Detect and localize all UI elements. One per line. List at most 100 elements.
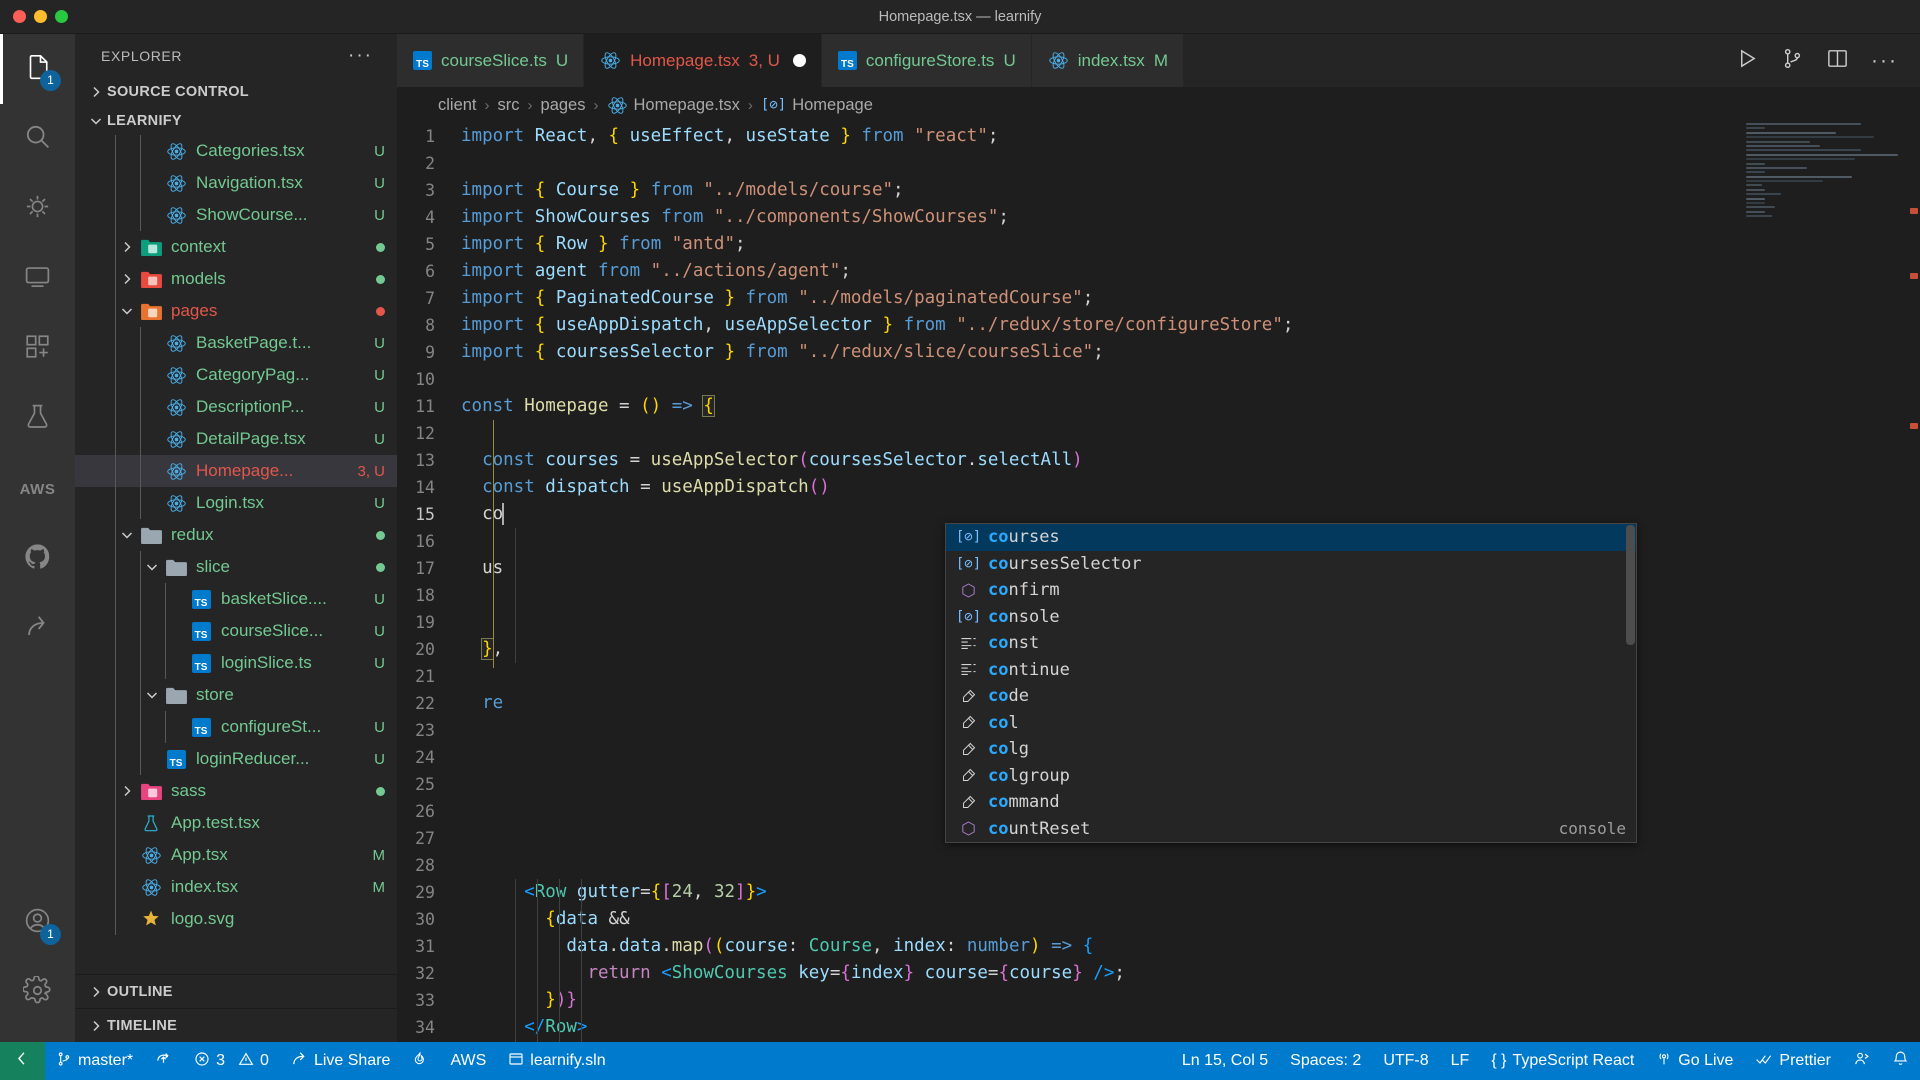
suggestion-item[interactable]: confirm	[946, 577, 1636, 604]
sidebar-panel-outline[interactable]: OUTLINE	[75, 974, 397, 1008]
status-problems[interactable]: 3 0	[183, 1042, 280, 1080]
activity-live-share[interactable]	[0, 594, 75, 664]
activity-remote[interactable]	[0, 244, 75, 314]
code-line[interactable]: 35 </div>	[397, 1041, 1920, 1042]
code-line[interactable]: 14 const dispatch = useAppDispatch()	[397, 474, 1920, 501]
breadcrumb-item[interactable]: client	[438, 96, 477, 115]
tree-folder[interactable]: store	[75, 679, 397, 711]
code-line[interactable]: 8 import { useAppDispatch, useAppSelector…	[397, 312, 1920, 339]
editor-tab[interactable]: Homepage.tsx 3, U	[584, 34, 822, 87]
chevron-down-icon[interactable]	[141, 687, 163, 703]
editor-tab[interactable]: TS configureStore.ts U	[821, 34, 1032, 87]
tree-file[interactable]: index.tsx M	[75, 871, 397, 903]
branch-icon[interactable]	[1781, 47, 1804, 75]
editor-tab-dirty-indicator[interactable]	[792, 54, 806, 67]
code-line[interactable]: 4 import ShowCourses from "../components/…	[397, 204, 1920, 231]
code-line[interactable]: 7 import { PaginatedCourse } from "../mod…	[397, 285, 1920, 312]
chevron-down-icon[interactable]	[116, 527, 138, 543]
status-feedback[interactable]	[401, 1042, 439, 1080]
tree-file[interactable]: Homepage... 3, U	[75, 455, 397, 487]
tree-file[interactable]: DescriptionP... U	[75, 391, 397, 423]
status-indentation[interactable]: Spaces: 2	[1279, 1042, 1372, 1080]
activity-accounts[interactable]: 1	[0, 888, 75, 958]
tree-file[interactable]: App.test.tsx	[75, 807, 397, 839]
activity-extensions[interactable]	[0, 314, 75, 384]
status-branch[interactable]: master*	[45, 1042, 144, 1080]
status-encoding[interactable]: UTF-8	[1372, 1042, 1439, 1080]
code-editor[interactable]: 1 import React, { useEffect, useState } f…	[397, 123, 1920, 1042]
activity-manage[interactable]	[0, 958, 75, 1028]
activity-aws[interactable]: AWS	[0, 454, 75, 524]
status-notifications[interactable]	[1881, 1042, 1920, 1080]
suggestion-scrollbar[interactable]	[1626, 525, 1635, 645]
code-line[interactable]: 6 import agent from "../actions/agent";	[397, 258, 1920, 285]
activity-run-debug[interactable]	[0, 174, 75, 244]
tree-file[interactable]: App.tsx M	[75, 839, 397, 871]
tree-folder[interactable]: sass	[75, 775, 397, 807]
tree-folder[interactable]: slice	[75, 551, 397, 583]
suggestion-item[interactable]: colgroup	[946, 763, 1636, 790]
status-language-mode[interactable]: { } TypeScript React	[1480, 1042, 1645, 1080]
sidebar-section-source-control[interactable]: SOURCE CONTROL	[75, 77, 397, 106]
code-line[interactable]: 13 const courses = useAppSelector(course…	[397, 447, 1920, 474]
chevron-right-icon[interactable]	[116, 783, 138, 799]
suggestion-item[interactable]: [⊘] courses	[946, 524, 1636, 551]
tree-file[interactable]: logo.svg	[75, 903, 397, 935]
code-line[interactable]: 30 {data &&	[397, 906, 1920, 933]
code-line[interactable]: 11 const Homepage = () => {	[397, 393, 1920, 420]
breadcrumb[interactable]: client › src › pages › Homepage.tsx › [⊘] Homepag…	[397, 87, 1920, 123]
play-icon[interactable]	[1736, 47, 1759, 75]
suggestion-item[interactable]: colg	[946, 736, 1636, 763]
breadcrumb-item[interactable]: [⊘] Homepage	[761, 96, 873, 115]
close-window-button[interactable]	[13, 10, 26, 23]
breadcrumb-item[interactable]: pages	[541, 96, 586, 115]
code-line[interactable]: 10	[397, 366, 1920, 393]
tree-folder[interactable]: context	[75, 231, 397, 263]
code-line[interactable]: 33 })}	[397, 987, 1920, 1014]
status-editor-session[interactable]	[1842, 1042, 1881, 1080]
window-controls[interactable]	[0, 10, 68, 23]
tree-folder[interactable]: models	[75, 263, 397, 295]
editor-tab[interactable]: index.tsx M	[1031, 34, 1184, 87]
minimize-window-button[interactable]	[34, 10, 47, 23]
code-line[interactable]: 12	[397, 420, 1920, 447]
status-sync[interactable]	[144, 1042, 183, 1080]
code-line[interactable]: 29 <Row gutter={[24, 32]}>	[397, 879, 1920, 906]
code-line[interactable]: 31 data.data.map((course: Course, index:…	[397, 933, 1920, 960]
suggestion-item[interactable]: code	[946, 683, 1636, 710]
tree-file[interactable]: TS basketSlice.... U	[75, 583, 397, 615]
chevron-right-icon[interactable]	[116, 239, 138, 255]
status-go-live[interactable]: Go Live	[1645, 1042, 1744, 1080]
tree-file[interactable]: TS loginSlice.ts U	[75, 647, 397, 679]
suggestion-item[interactable]: command	[946, 789, 1636, 816]
status-prettier[interactable]: Prettier	[1744, 1042, 1842, 1080]
breadcrumb-item[interactable]: Homepage.tsx	[607, 95, 740, 116]
suggestion-item[interactable]: [⊘] coursesSelector	[946, 551, 1636, 578]
status-remote-indicator[interactable]	[0, 1042, 45, 1080]
code-line[interactable]: 2	[397, 150, 1920, 177]
editor-tab[interactable]: TS courseSlice.ts U	[397, 34, 585, 87]
chevron-down-icon[interactable]	[141, 559, 163, 575]
status-cursor-position[interactable]: Ln 15, Col 5	[1171, 1042, 1279, 1080]
suggestion-item[interactable]: countReset console	[946, 816, 1636, 843]
tree-file[interactable]: CategoryPag... U	[75, 359, 397, 391]
suggestion-item[interactable]: col	[946, 710, 1636, 737]
code-line[interactable]: 34 </Row>	[397, 1014, 1920, 1041]
code-line[interactable]: 1 import React, { useEffect, useState } f…	[397, 123, 1920, 150]
ellipsis-icon[interactable]: ···	[1871, 50, 1898, 71]
code-line[interactable]: 5 import { Row } from "antd";	[397, 231, 1920, 258]
code-line[interactable]: 3 import { Course } from "../models/cours…	[397, 177, 1920, 204]
editor-scrollbar[interactable]	[1906, 123, 1920, 1042]
tree-file[interactable]: DetailPage.tsx U	[75, 423, 397, 455]
chevron-down-icon[interactable]	[116, 303, 138, 319]
tree-file[interactable]: TS loginReducer... U	[75, 743, 397, 775]
tree-file[interactable]: TS configureSt... U	[75, 711, 397, 743]
sidebar-panel-timeline[interactable]: TIMELINE	[75, 1008, 397, 1042]
tree-folder[interactable]: redux	[75, 519, 397, 551]
status-solution[interactable]: learnify.sln	[497, 1042, 616, 1080]
chevron-right-icon[interactable]	[116, 271, 138, 287]
tree-file[interactable]: BasketPage.t... U	[75, 327, 397, 359]
maximize-window-button[interactable]	[55, 10, 68, 23]
code-line[interactable]: 32 return <ShowCourses key={index} cours…	[397, 960, 1920, 987]
suggestion-item[interactable]: continue	[946, 657, 1636, 684]
